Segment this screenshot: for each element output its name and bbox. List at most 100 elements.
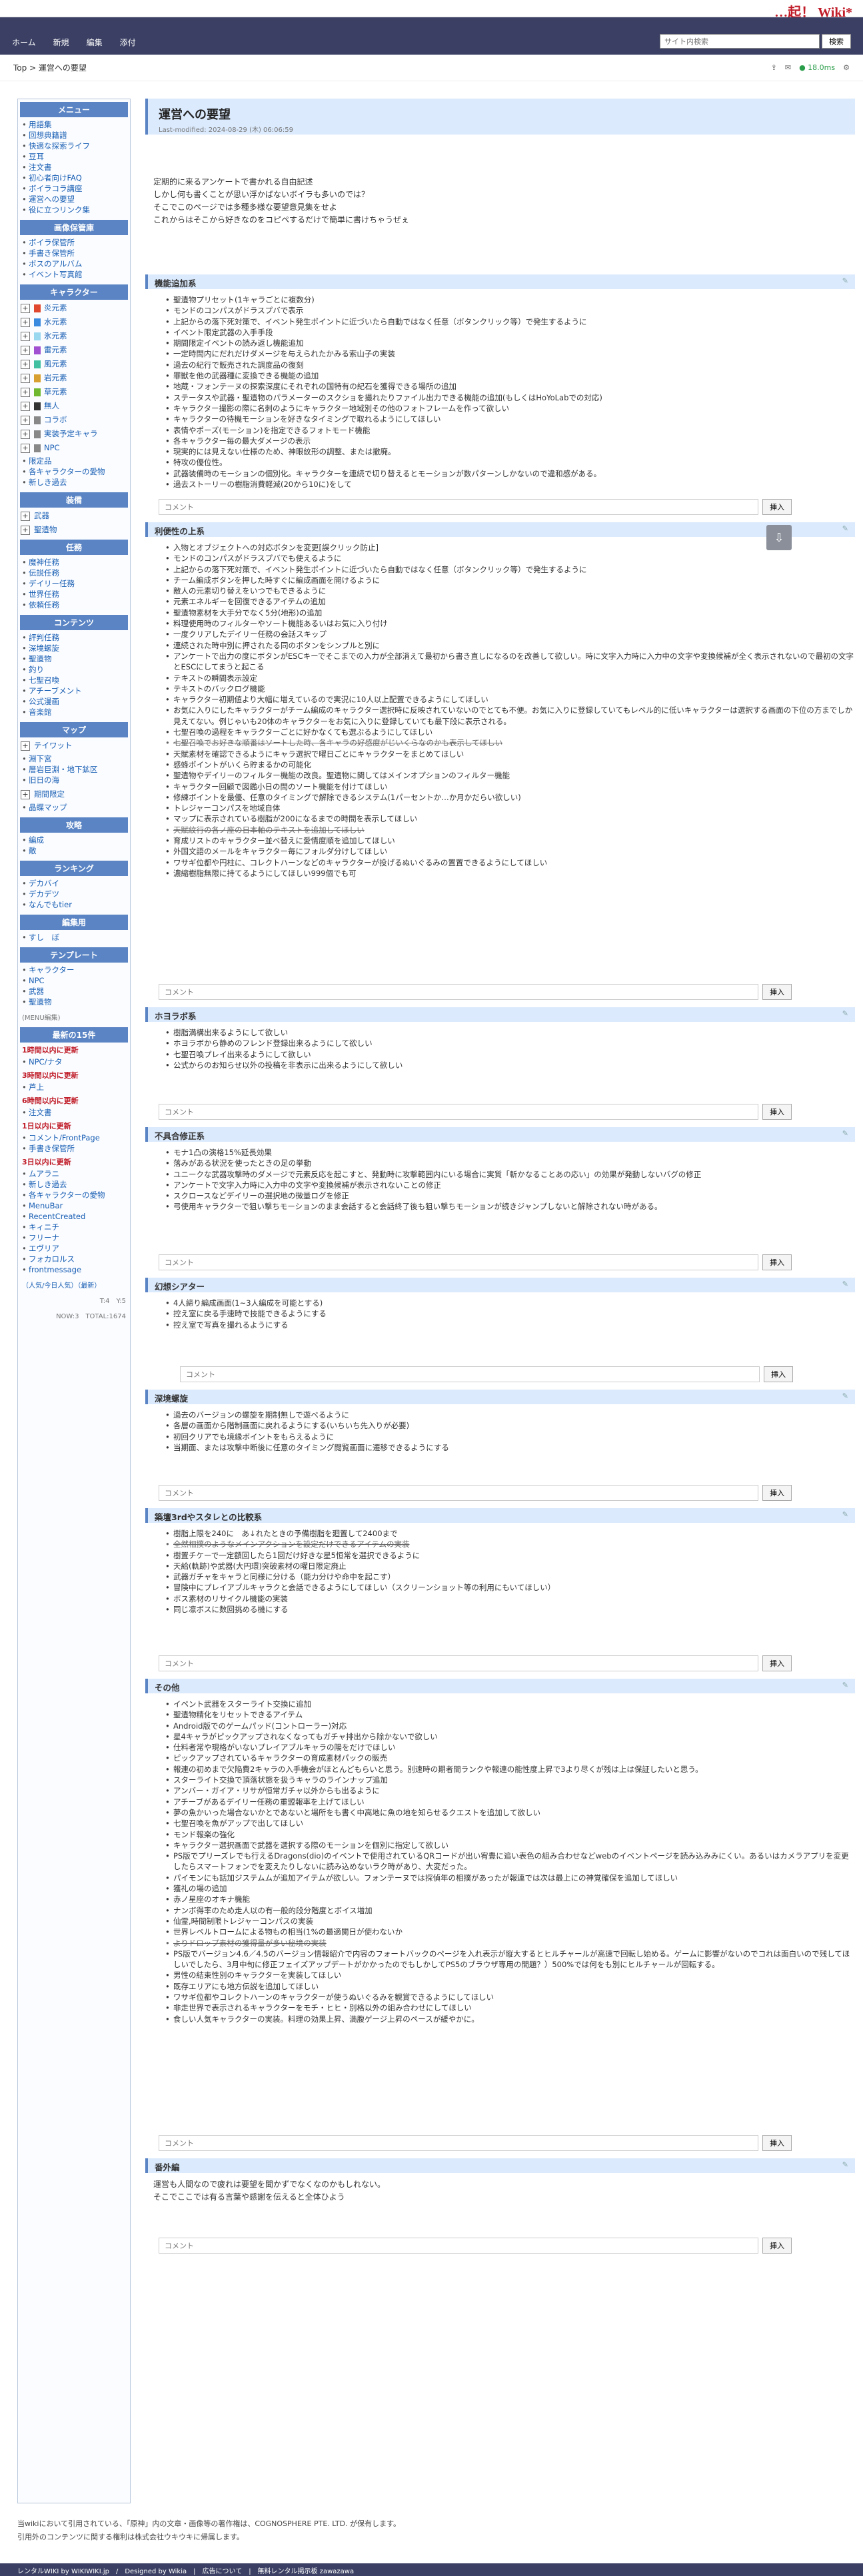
sidebar-link[interactable]: 豆耳 xyxy=(22,151,130,162)
edit-section-icon[interactable]: ✎ xyxy=(842,1681,848,1689)
sidebar-link[interactable]: 敵 xyxy=(22,845,130,856)
sidebar-link[interactable]: 快適な探索ライフ xyxy=(22,141,130,151)
sidebar-link[interactable]: 旧日の海 xyxy=(22,775,130,785)
plus-icon[interactable]: + xyxy=(21,511,30,521)
sidebar-link[interactable]: 評判任務 xyxy=(22,632,130,643)
comment-input[interactable] xyxy=(159,1104,758,1120)
sidebar-link[interactable]: 限定品 xyxy=(22,456,130,466)
nav-attach[interactable]: 添付 xyxy=(117,37,139,51)
recent-link[interactable]: ムアラニ xyxy=(22,1168,130,1179)
sidebar-expand-item[interactable]: + 氷元素 xyxy=(18,329,130,343)
recent-link[interactable]: RecentCreated xyxy=(22,1211,130,1222)
search-button[interactable]: 検索 xyxy=(822,34,851,49)
sidebar-expand-item[interactable]: + NPC xyxy=(18,441,130,455)
search-input[interactable] xyxy=(660,34,820,49)
sidebar-link[interactable]: 伝説任務 xyxy=(22,568,130,578)
recent-link[interactable]: キィニチ xyxy=(22,1222,130,1232)
sidebar-link[interactable]: 各キャラクターの愛物 xyxy=(22,466,130,477)
sidebar-expand-item[interactable]: + 風元素 xyxy=(18,357,130,371)
edit-section-icon[interactable]: ✎ xyxy=(842,1392,848,1400)
comment-input[interactable] xyxy=(159,1485,758,1501)
sidebar-link[interactable]: 新しき過去 xyxy=(22,477,130,488)
sidebar-link[interactable]: 手書き保管所 xyxy=(22,248,130,258)
sidebar-link[interactable]: 回想典籍譜 xyxy=(22,130,130,141)
comment-input[interactable] xyxy=(159,984,758,1000)
share-icon[interactable]: ⇪ xyxy=(771,63,777,72)
sidebar-link[interactable]: 公式漫画 xyxy=(22,696,130,707)
gear-icon[interactable]: ⚙ xyxy=(843,63,850,72)
recent-link[interactable]: 新しき過去 xyxy=(22,1179,130,1190)
sidebar-link[interactable]: 聖遺物 xyxy=(22,997,130,1007)
sidebar-expand-item[interactable]: + 炎元素 xyxy=(18,301,130,315)
sidebar-link[interactable]: 武器 xyxy=(22,986,130,997)
recent-link[interactable]: 芦上 xyxy=(22,1082,130,1092)
sidebar-link[interactable]: 淵下宮 xyxy=(22,753,130,764)
sidebar-expand-item[interactable]: + 聖遺物 xyxy=(18,523,130,537)
plus-icon[interactable]: + xyxy=(21,415,30,425)
comment-input[interactable] xyxy=(180,1366,760,1382)
edit-section-icon[interactable]: ✎ xyxy=(842,524,848,533)
comment-submit-button[interactable]: 挿入 xyxy=(762,984,792,1000)
footer-bar[interactable]: レンタルWIKI by WIKIWIKI.jp / Designed by Wi… xyxy=(0,2563,863,2576)
nav-edit[interactable]: 編集 xyxy=(84,37,105,51)
scroll-up-icon[interactable]: ⇩ xyxy=(766,525,792,550)
sidebar-link[interactable]: 初心者向けFAQ xyxy=(22,173,130,183)
sidebar-link[interactable]: 依頼任務 xyxy=(22,600,130,610)
sidebar-link[interactable]: ボスのアルバム xyxy=(22,258,130,269)
sidebar-link[interactable]: デイリー任務 xyxy=(22,578,130,589)
nav-home[interactable]: ホーム xyxy=(9,37,39,51)
comment-submit-button[interactable]: 挿入 xyxy=(762,1655,792,1671)
plus-icon[interactable]: + xyxy=(21,443,30,453)
edit-section-icon[interactable]: ✎ xyxy=(842,2160,848,2169)
edit-section-icon[interactable]: ✎ xyxy=(842,1510,848,1519)
comment-input[interactable] xyxy=(159,1655,758,1671)
recent-link[interactable]: frontmessage xyxy=(22,1264,130,1275)
menu-edit-link[interactable]: (MENU編集) xyxy=(18,1009,130,1025)
sidebar-link[interactable]: 世界任務 xyxy=(22,589,130,600)
recent-link[interactable]: フリーナ xyxy=(22,1232,130,1243)
comment-submit-button[interactable]: 挿入 xyxy=(762,1254,792,1270)
sidebar-expand-item[interactable]: + 岩元素 xyxy=(18,371,130,385)
recent-link[interactable]: NPC/ナタ xyxy=(22,1057,130,1067)
plus-icon[interactable]: + xyxy=(21,317,30,327)
sidebar-link[interactable]: 役に立つリンク集 xyxy=(22,205,130,215)
comment-submit-button[interactable]: 挿入 xyxy=(762,1104,792,1120)
plus-icon[interactable]: + xyxy=(21,387,30,397)
edit-section-icon[interactable]: ✎ xyxy=(842,276,848,285)
sidebar-link[interactable]: 音楽館 xyxy=(22,707,130,717)
sidebar-link[interactable]: 釣り xyxy=(22,664,130,675)
comment-submit-button[interactable]: 挿入 xyxy=(762,2238,792,2254)
sidebar-expand-item[interactable]: + テイワット xyxy=(18,739,130,753)
sidebar-link[interactable]: ボイラ保管所 xyxy=(22,237,130,248)
sidebar-link[interactable]: 七聖召喚 xyxy=(22,675,130,685)
sidebar-link[interactable]: 層岩巨淵・地下鉱区 xyxy=(22,764,130,775)
sidebar-link[interactable]: 聖遺物 xyxy=(22,653,130,664)
plus-icon[interactable]: + xyxy=(21,345,30,355)
sidebar-expand-item[interactable]: + 武器 xyxy=(18,509,130,523)
plus-icon[interactable]: + xyxy=(21,429,30,439)
sidebar-expand-item[interactable]: + コラボ xyxy=(18,413,130,427)
edit-section-icon[interactable]: ✎ xyxy=(842,1280,848,1288)
recent-link[interactable]: コメント/FrontPage xyxy=(22,1132,130,1143)
plus-icon[interactable]: + xyxy=(21,789,30,799)
sidebar-link[interactable]: 魔神任務 xyxy=(22,557,130,568)
sidebar-link[interactable]: キャラクター xyxy=(22,965,130,975)
sidebar-link[interactable]: デカバイ xyxy=(22,878,130,889)
sidebar-link[interactable]: イベント写真館 xyxy=(22,269,130,280)
sidebar-expand-item[interactable]: + 草元素 xyxy=(18,385,130,399)
plus-icon[interactable]: + xyxy=(21,401,30,411)
sidebar-link[interactable]: 注文書 xyxy=(22,162,130,173)
sidebar-link[interactable]: 用語集 xyxy=(22,119,130,130)
nav-new[interactable]: 新規 xyxy=(51,37,72,51)
sidebar-link[interactable]: 晶蝶マップ xyxy=(22,802,130,813)
sidebar-expand-item[interactable]: + 水元素 xyxy=(18,315,130,329)
edit-section-icon[interactable]: ✎ xyxy=(842,1129,848,1138)
sidebar-expand-item[interactable]: + 期間限定 xyxy=(18,787,130,801)
mail-icon[interactable]: ✉ xyxy=(785,63,791,72)
sidebar-link[interactable]: デカデツ xyxy=(22,889,130,899)
sidebar-expand-item[interactable]: + 実装予定キャラ xyxy=(18,427,130,441)
plus-icon[interactable]: + xyxy=(21,373,30,383)
comment-submit-button[interactable]: 挿入 xyxy=(764,1366,793,1382)
recent-link[interactable]: 各キャラクターの愛物 xyxy=(22,1190,130,1200)
recent-link[interactable]: 注文書 xyxy=(22,1107,130,1118)
